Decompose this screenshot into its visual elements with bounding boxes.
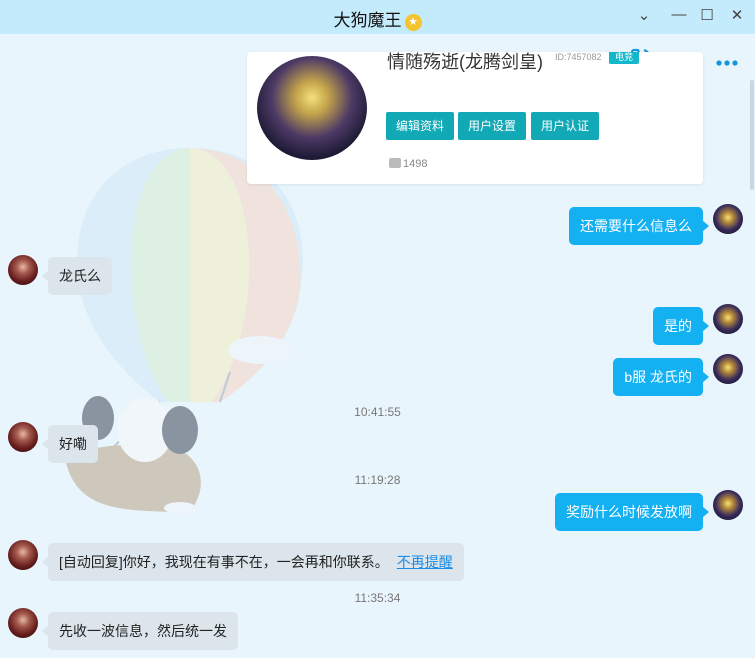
profile-id: ID:7457082 <box>555 52 602 62</box>
maximize-button[interactable]: ☐ <box>697 6 717 24</box>
likes-count[interactable]: 1498 <box>389 158 427 170</box>
message-bubble-incoming[interactable]: 先收一波信息，然后统一发 <box>42 612 238 650</box>
likes-value: 1498 <box>403 158 428 170</box>
user-verify-button[interactable]: 用户认证 <box>531 112 600 140</box>
avatar[interactable] <box>713 490 743 520</box>
timestamp: 11:35:34 <box>354 591 401 605</box>
thumbs-up-icon <box>389 158 401 168</box>
edit-profile-button[interactable]: 编辑资料 <box>386 112 455 140</box>
avatar[interactable] <box>8 422 38 452</box>
profile-avatar[interactable] <box>257 56 367 160</box>
timestamp: 11:19:28 <box>354 473 401 487</box>
minimize-chevron-icon[interactable]: ⌄ <box>634 6 654 24</box>
message-bubble-incoming[interactable]: [自动回复]你好，我现在有事不在，一会再和你联系。 不再提醒 <box>42 543 464 581</box>
title-bar: 大狗魔王 ★ ⌄ — ☐ ✕ <box>0 0 755 34</box>
minimize-button[interactable]: — <box>669 6 689 23</box>
message-bubble-outgoing[interactable]: 奖励什么时候发放啊 <box>555 493 709 531</box>
more-icon[interactable] <box>715 55 741 73</box>
timestamp: 10:41:55 <box>354 405 401 419</box>
message-bubble-incoming[interactable]: 龙氏么 <box>42 257 112 295</box>
scrollbar[interactable] <box>750 80 754 190</box>
window-title: 大狗魔王 <box>333 11 402 30</box>
message-bubble-incoming[interactable]: 好嘞 <box>42 425 98 463</box>
dont-remind-link[interactable]: 不再提醒 <box>397 554 453 570</box>
avatar[interactable] <box>8 608 38 638</box>
avatar[interactable] <box>713 204 743 234</box>
avatar[interactable] <box>8 540 38 570</box>
message-bubble-outgoing[interactable]: b服 龙氏的 <box>613 358 709 396</box>
profile-name: 情随殇逝(龙腾剑皇) <box>387 52 543 72</box>
avatar[interactable] <box>8 255 38 285</box>
profile-card: 情随殇逝(龙腾剑皇) ID:7457082 电竞 编辑资料 用户设置 用户认证 … <box>247 52 703 184</box>
message-bubble-outgoing[interactable]: 还需要什么信息么 <box>569 207 709 245</box>
auto-reply-text: [自动回复]你好，我现在有事不在，一会再和你联系。 <box>59 554 389 570</box>
avatar[interactable] <box>713 304 743 334</box>
profile-tag: 电竞 <box>609 52 640 64</box>
avatar[interactable] <box>713 354 743 384</box>
balloon-illustration <box>65 148 303 514</box>
user-settings-button[interactable]: 用户设置 <box>458 112 527 140</box>
star-badge-icon: ★ <box>404 14 422 31</box>
message-bubble-outgoing[interactable]: 是的 <box>653 307 709 345</box>
close-button[interactable]: ✕ <box>727 6 747 24</box>
